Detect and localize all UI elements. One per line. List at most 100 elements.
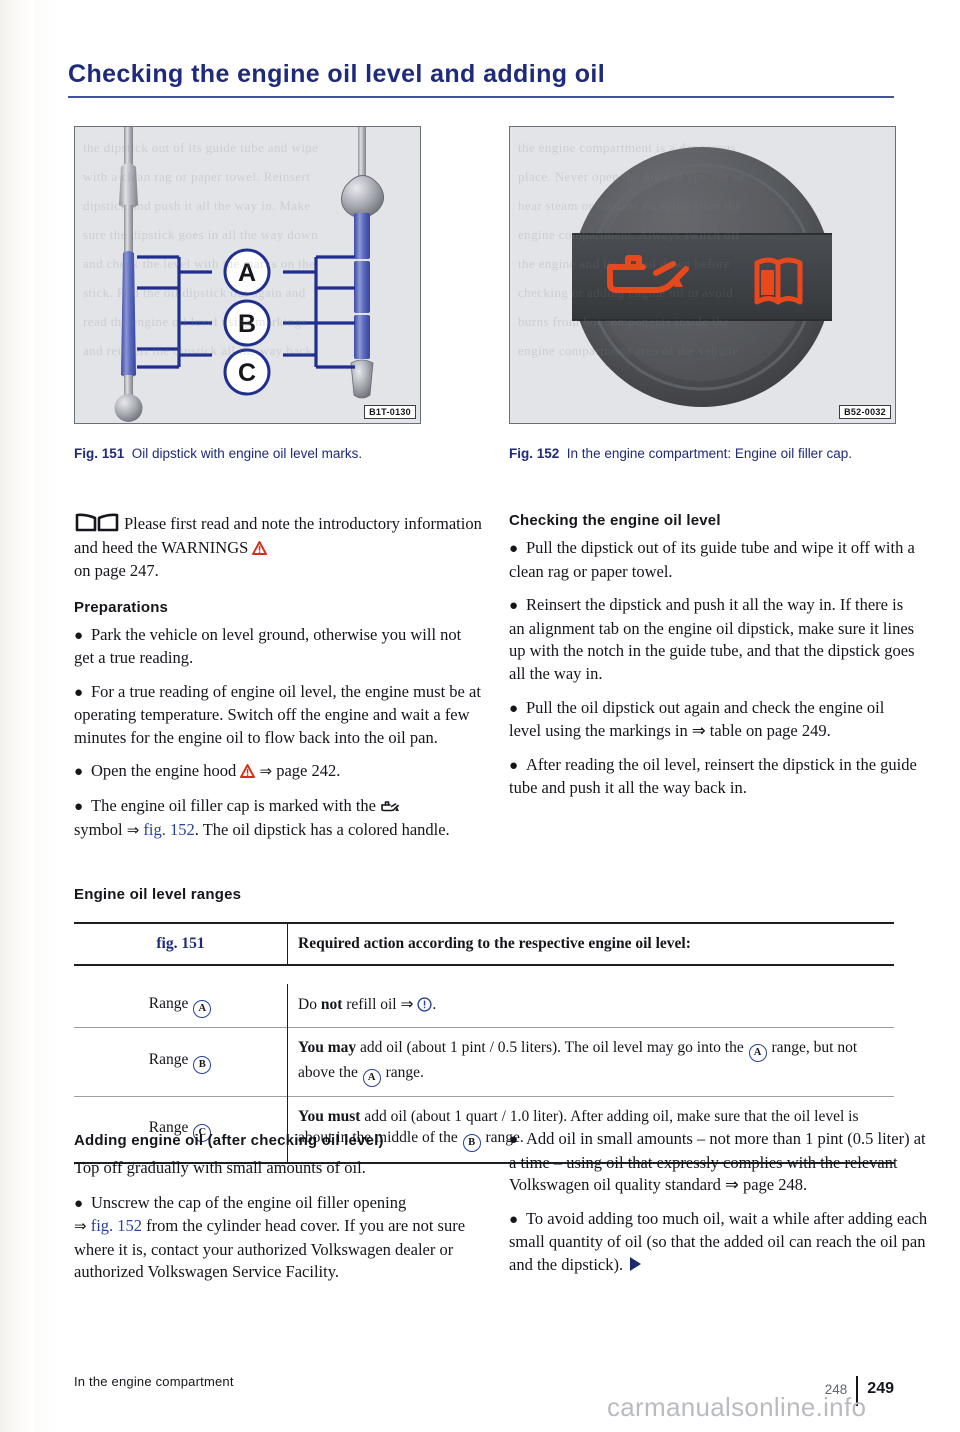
left-text-column: Please first read and note the introduct… xyxy=(74,512,484,853)
adding-oil-bullet-3: ● To avoid adding too much oil, wait a wh… xyxy=(509,1208,929,1277)
range-b-bold-lead: You may xyxy=(298,1038,357,1056)
bullet-dot-icon: ● xyxy=(74,627,84,644)
table-header-row: fig. 151 Required action according to th… xyxy=(74,923,894,965)
manual-page: Checking the engine oil level and adding… xyxy=(0,0,960,1432)
table-section-heading: Engine oil level ranges xyxy=(74,886,242,903)
checking-bullet-2: ● Reinsert the dipstick and push it all t… xyxy=(509,594,919,685)
footer-section-label: In the engine compartment xyxy=(74,1374,234,1389)
range-a-marker: A xyxy=(193,999,212,1018)
figure-151-image: the dipstick out of its guide tube and w… xyxy=(74,126,421,424)
intro-note-continuation: on page 247. xyxy=(74,561,159,580)
range-b-marker: B xyxy=(193,1056,212,1074)
checking-bullet-2-text: Reinsert the dipstick and push it all th… xyxy=(509,595,915,683)
range-b-label: Range xyxy=(148,1051,189,1068)
bottom-right-column: ● Add oil in small amounts – not more tha… xyxy=(509,1128,929,1288)
checking-bullet-4: ● After reading the oil level, reinsert t… xyxy=(509,754,919,800)
table-header-col2: Required action according to the respect… xyxy=(287,923,894,965)
checking-bullet-3: ● Pull the oil dipstick out again and che… xyxy=(509,697,919,743)
checking-oil-level-heading: Checking the engine oil level xyxy=(509,512,721,529)
bullet-dot-icon: ● xyxy=(74,799,84,816)
page-title: Checking the engine oil level and adding… xyxy=(68,60,606,88)
bullet-dot-icon: ● xyxy=(509,1211,519,1228)
range-a-action-pre: Do xyxy=(298,996,321,1014)
inline-range-marker-a-2: A xyxy=(362,1068,381,1087)
adding-oil-bullet-pre: Unscrew the cap of the engine oil filler… xyxy=(91,1192,407,1212)
preparation-bullet-2: ● For a true reading of engine oil level,… xyxy=(74,681,484,750)
bullet-dot-icon: ● xyxy=(509,541,519,557)
reference-arrow-icon: ⇒ xyxy=(259,764,273,781)
book-icon xyxy=(74,512,120,534)
bullet-dot-icon: ● xyxy=(74,764,84,781)
reference-arrow-icon: ⇒ xyxy=(74,1219,87,1236)
footer-current-page: 249 xyxy=(867,1380,894,1397)
adding-oil-intro: Top off gradually with small amounts of … xyxy=(74,1158,366,1177)
oil-filler-cap-diagram xyxy=(572,147,832,407)
adding-oil-bullet-2-text: Add oil in small amounts – not more than… xyxy=(509,1129,926,1195)
svg-text:A: A xyxy=(238,259,256,287)
figure-151-caption: Fig. 151 Oil dipstick with engine oil le… xyxy=(74,444,494,463)
figure-151-caption-label: Fig. 151 xyxy=(74,446,125,461)
bottom-left-column: Adding engine oil (after checking oil le… xyxy=(74,1132,484,1295)
figure-152-caption: Fig. 152 In the engine compartment: Engi… xyxy=(509,444,909,463)
figure-152-code: B52-0032 xyxy=(839,405,891,419)
figure-152-image: the engine compartment is a dangerous pl… xyxy=(509,126,896,424)
table-header-col1: fig. 151 xyxy=(74,923,288,965)
caution-circle-icon xyxy=(417,997,432,1012)
fig-152-link[interactable]: fig. 152 xyxy=(143,820,194,839)
preparation-bullet-4: ● The engine oil filler cap is marked wit… xyxy=(74,795,484,842)
bullet-dot-icon: ● xyxy=(509,700,519,717)
dipstick-diagram: A B C xyxy=(114,127,384,422)
page-gutter-shade xyxy=(0,0,34,1432)
preparation-bullet-1-text: Park the vehicle on level ground, otherw… xyxy=(74,624,462,668)
bullet-dot-icon: ● xyxy=(509,1132,519,1148)
warning-triangle-icon xyxy=(252,540,268,555)
figure-151-code: B1T-0130 xyxy=(364,405,416,419)
range-b-label-cell: Range B xyxy=(74,1026,288,1096)
range-a-action-post: refill oil ⇒ xyxy=(342,996,418,1014)
hood-page-reference: page 242. xyxy=(276,761,341,781)
adding-oil-bullet-3-text: To avoid adding too much oil, wait a whi… xyxy=(509,1208,928,1274)
figure-152-caption-label: Fig. 152 xyxy=(509,446,560,461)
preparation-bullet-4-text: The engine oil filler cap is marked with… xyxy=(91,796,376,816)
oil-can-icon xyxy=(380,799,401,812)
bullet-dot-icon: ● xyxy=(74,1195,84,1212)
range-a-action-bold: not xyxy=(320,996,343,1014)
adding-oil-bullet-2: ● Add oil in small amounts – not more tha… xyxy=(509,1128,929,1197)
svg-text:B: B xyxy=(238,310,256,338)
preparation-bullet-3-text: Open the engine hood xyxy=(91,761,237,781)
preparation-bullet-1: ● Park the vehicle on level ground, other… xyxy=(74,624,484,670)
svg-text:C: C xyxy=(238,359,256,387)
range-a-label: Range xyxy=(148,994,189,1012)
preparations-heading: Preparations xyxy=(74,598,169,616)
range-c-bold-lead: You must xyxy=(298,1107,361,1125)
range-b-text-3: range. xyxy=(381,1063,424,1081)
checking-bullet-1: ● Pull the dipstick out of its guide tube… xyxy=(509,537,919,583)
right-text-column: Checking the engine oil level ● Pull the … xyxy=(509,512,919,811)
preparation-bullet-2-text: For a true reading of engine oil level, … xyxy=(74,681,481,747)
checking-bullet-4-text: After reading the oil level, reinsert th… xyxy=(509,754,917,798)
cap-symbol-ref-pre: symbol xyxy=(74,819,123,839)
preparation-bullet-3: ● Open the engine hood ⇒ page 242. xyxy=(74,760,484,784)
inline-range-marker-a: A xyxy=(748,1043,767,1062)
continue-arrow-icon xyxy=(630,1256,642,1271)
intro-note: Please first read and note the introduct… xyxy=(74,512,484,583)
checking-bullet-3-text: Pull the oil dipstick out again and chec… xyxy=(509,697,885,741)
table-double-rule xyxy=(74,963,894,984)
bullet-dot-icon: ● xyxy=(509,757,519,774)
range-b-text-1: add oil (about 1 pint / 0.5 liters). The… xyxy=(356,1038,748,1056)
cap-symbol-ref-post: . The oil dipstick has a colored handle. xyxy=(194,819,450,839)
adding-oil-heading: Adding engine oil (after checking oil le… xyxy=(74,1132,384,1149)
range-b-action-cell: You may add oil (about 1 pint / 0.5 lite… xyxy=(287,1026,894,1096)
range-a-action-end: . xyxy=(432,996,437,1014)
title-underline xyxy=(68,96,894,98)
bullet-dot-icon: ● xyxy=(74,684,84,701)
range-a-action-cell: Do not refill oil ⇒ . xyxy=(288,984,895,1028)
figure-152-caption-text: In the engine compartment: Engine oil fi… xyxy=(566,446,852,461)
intro-note-text: Please first read and note the introduct… xyxy=(74,514,482,557)
fig-152-link-2[interactable]: fig. 152 xyxy=(91,1216,142,1235)
figure-151-caption-text: Oil dipstick with engine oil level marks… xyxy=(131,446,363,461)
site-watermark: carmanualsonline.info xyxy=(607,1392,867,1422)
table-row: Range A Do not refill oil ⇒ . xyxy=(74,983,895,1028)
page-header: Checking the engine oil level and adding… xyxy=(68,60,894,98)
adding-oil-bullet-1: ● Unscrew the cap of the engine oil fille… xyxy=(74,1192,484,1284)
